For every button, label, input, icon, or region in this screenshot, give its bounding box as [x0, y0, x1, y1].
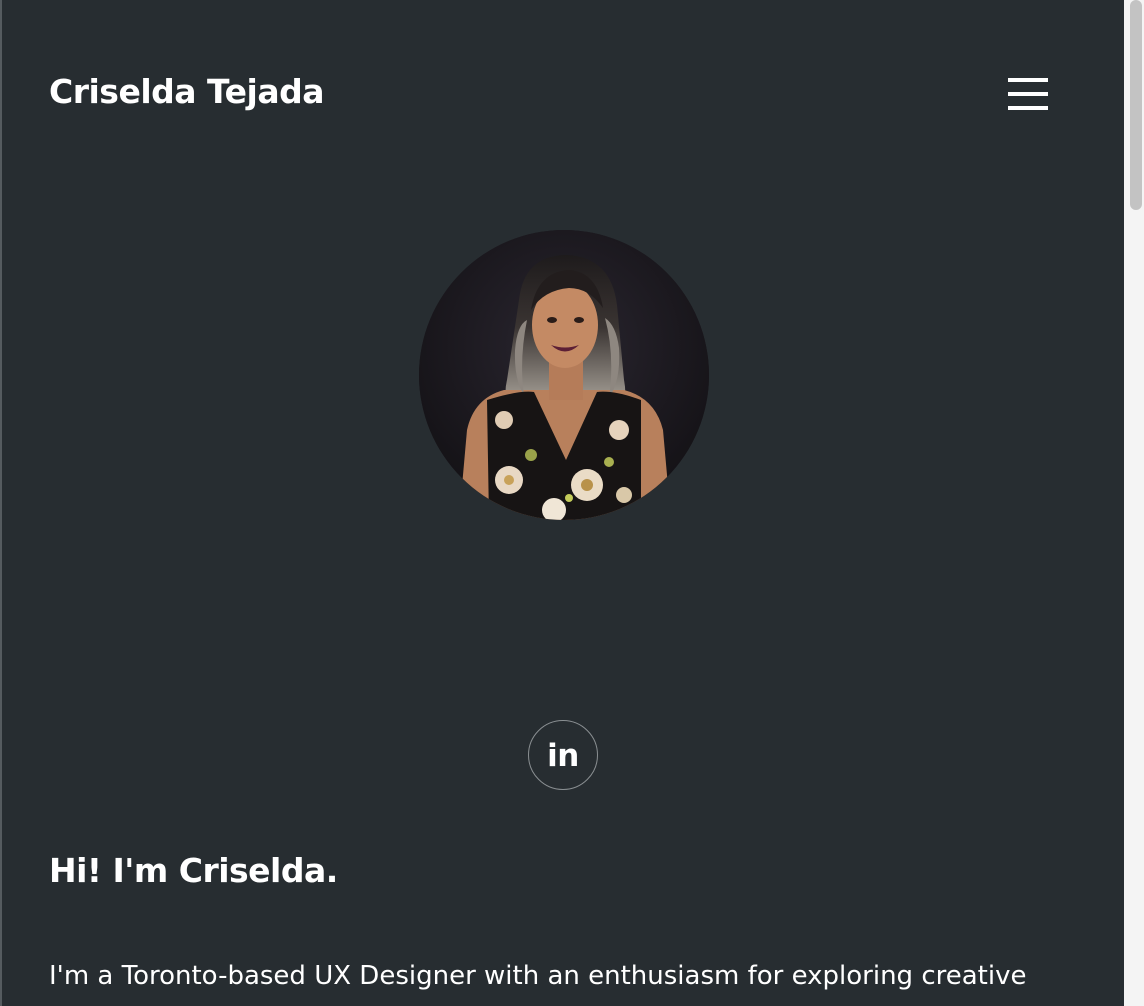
scrollbar-thumb[interactable] — [1130, 0, 1142, 210]
linkedin-button[interactable]: in — [528, 720, 598, 790]
about-heading: Hi! I'm Criselda. — [49, 851, 338, 890]
menu-bar-middle — [1008, 92, 1048, 96]
scrollbar-track[interactable] — [1124, 0, 1144, 1006]
profile-photo — [419, 230, 709, 520]
about-intro-text: I'm a Toronto-based UX Designer with an … — [49, 961, 1027, 991]
menu-bar-bottom — [1008, 106, 1048, 110]
browser-viewport: Criselda Tejada in Hi! I'm Criselda. I'm… — [0, 0, 1144, 1006]
menu-button[interactable] — [1000, 72, 1048, 116]
linkedin-icon: in — [547, 737, 579, 774]
site-title[interactable]: Criselda Tejada — [49, 70, 325, 114]
profile-photo-image — [419, 230, 709, 520]
menu-bar-top — [1008, 78, 1048, 82]
page-content: Criselda Tejada in Hi! I'm Criselda. I'm… — [0, 0, 1124, 1006]
